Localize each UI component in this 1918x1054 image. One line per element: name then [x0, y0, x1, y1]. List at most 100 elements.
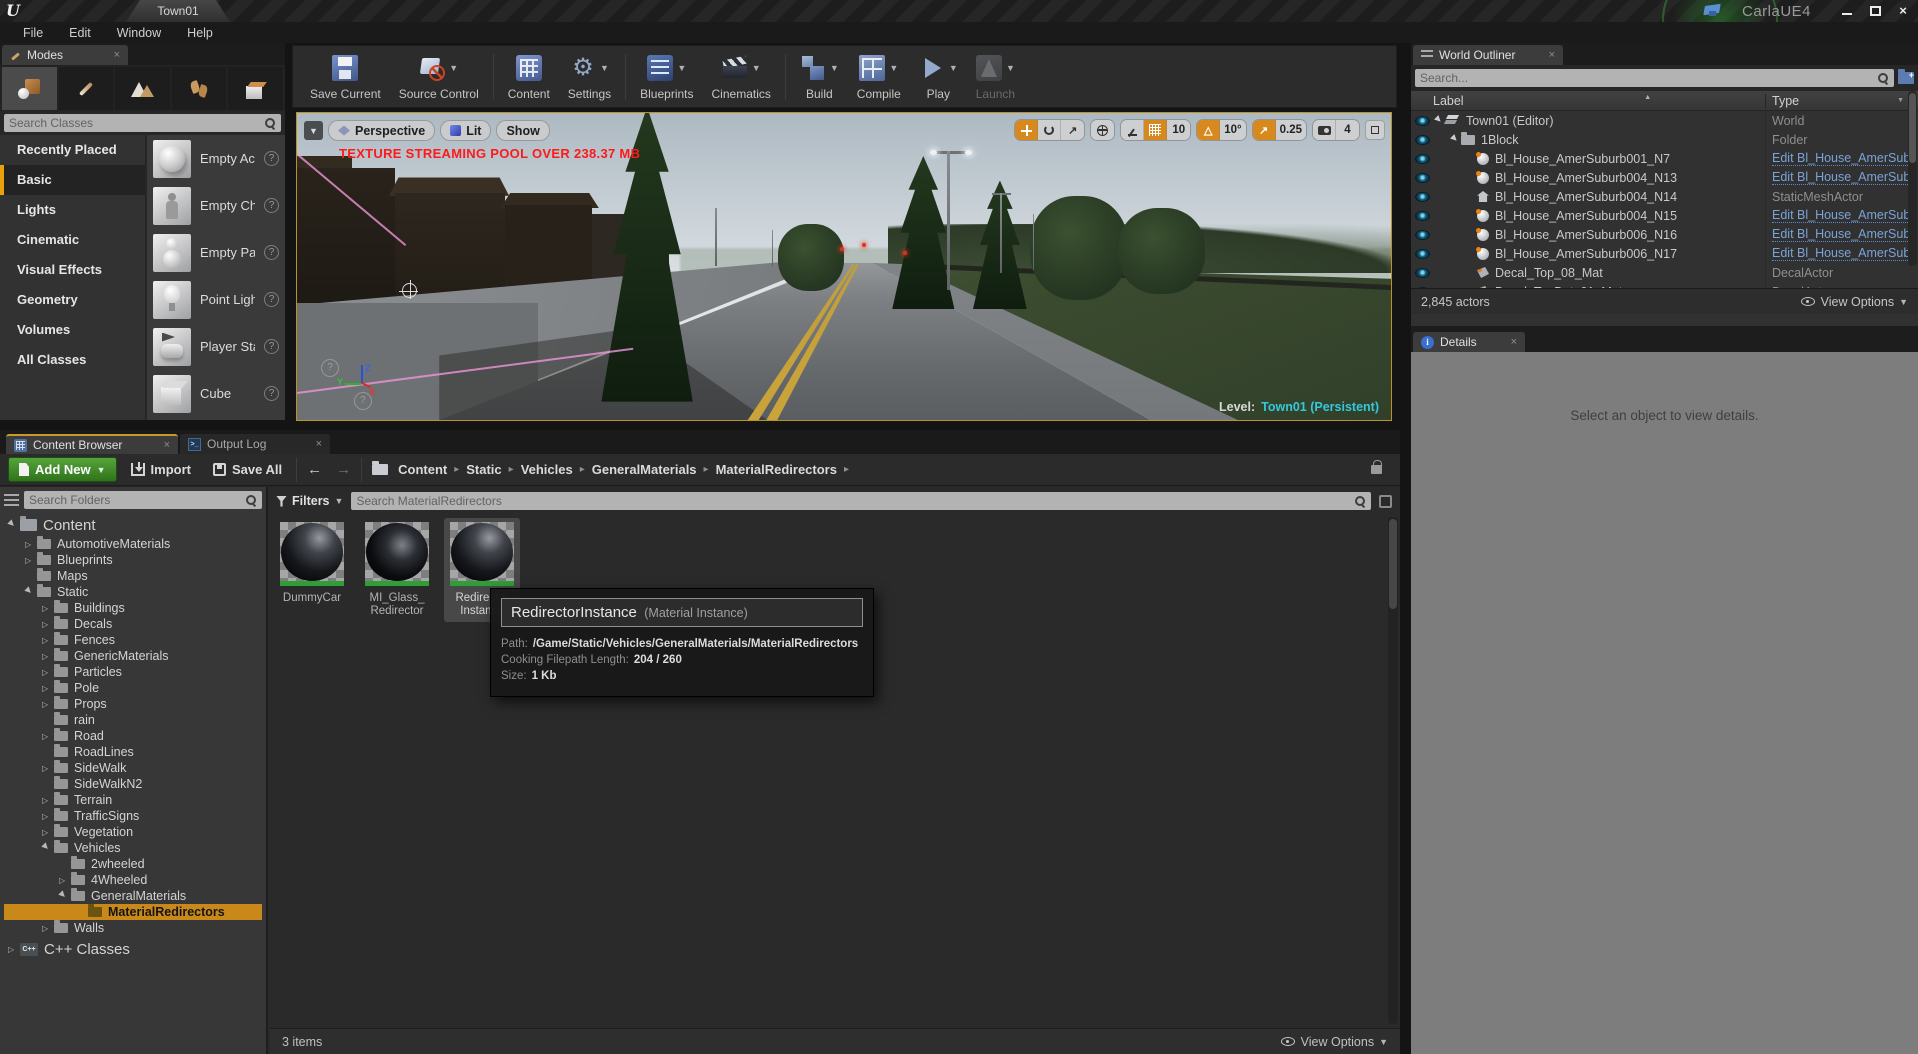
type-filter-icon[interactable]: ▼: [1897, 97, 1904, 104]
placeable-item[interactable]: Empty Pawn?: [147, 229, 285, 276]
search-folders-box[interactable]: [24, 491, 262, 509]
save-search-icon[interactable]: [1379, 495, 1392, 508]
expander-icon[interactable]: ▷: [59, 876, 71, 885]
folder-tree-item-roadlines[interactable]: RoadLines: [4, 744, 262, 760]
folder-tree-item-vegetation[interactable]: ▷Vegetation: [4, 824, 262, 840]
outliner-row[interactable]: Decal_Top_08_MatDecalActor: [1411, 263, 1918, 282]
camera-speed-value[interactable]: 4: [1336, 120, 1359, 140]
folder-tree-item-pole[interactable]: ▷Pole: [4, 680, 262, 696]
edit-blueprint-link[interactable]: Edit Bl_House_AmerSub: [1772, 151, 1910, 166]
search-assets-input[interactable]: [356, 494, 1350, 508]
sources-toggle-icon[interactable]: [4, 494, 19, 507]
visibility-eye-icon[interactable]: [1415, 230, 1430, 240]
add-new-button[interactable]: Add New ▼: [8, 457, 117, 482]
outliner-row[interactable]: ▶Town01 (Editor)World: [1411, 111, 1918, 130]
folder-tree-item-trafficsigns[interactable]: ▷TrafficSigns: [4, 808, 262, 824]
folder-tree-item-buildings[interactable]: ▷Buildings: [4, 600, 262, 616]
close-icon[interactable]: ×: [114, 49, 120, 61]
expander-icon[interactable]: ▷: [42, 812, 54, 821]
outliner-row[interactable]: Bl_House_AmerSuburb004_N13Edit Bl_House_…: [1411, 168, 1918, 187]
mode-tab-foliage[interactable]: [172, 67, 227, 110]
grid-snap-button[interactable]: [1144, 120, 1167, 140]
close-button[interactable]: ×: [1889, 2, 1917, 19]
source-control-button[interactable]: ▼Source Control: [390, 49, 488, 105]
expander-icon[interactable]: ▷: [42, 924, 54, 933]
visibility-eye-icon[interactable]: [1415, 192, 1430, 202]
rotation-snap-button[interactable]: △: [1197, 120, 1220, 140]
asset-scrollbar[interactable]: [1388, 517, 1398, 1024]
folder-tree-item-content[interactable]: ▶Content: [4, 514, 262, 536]
mode-category-recently-placed[interactable]: Recently Placed: [0, 135, 145, 165]
expander-icon[interactable]: ▷: [42, 828, 54, 837]
placeable-item[interactable]: Player Start?: [147, 323, 285, 370]
outliner-row[interactable]: Bl_House_AmerSuburb006_N17Edit Bl_House_…: [1411, 244, 1918, 263]
settings-button[interactable]: ⚙▼Settings: [559, 49, 620, 105]
tab-modes[interactable]: Modes ×: [2, 45, 128, 65]
edit-blueprint-link[interactable]: Edit Bl_House_AmerSub: [1772, 227, 1910, 242]
folder-tree-item-decals[interactable]: ▷Decals: [4, 616, 262, 632]
search-folders-input[interactable]: [29, 493, 241, 507]
tab-world-outliner[interactable]: World Outliner ×: [1413, 45, 1563, 65]
rotation-snap-value[interactable]: 10°: [1220, 120, 1245, 140]
visibility-eye-icon[interactable]: [1415, 249, 1430, 259]
tab-output-log[interactable]: >_ Output Log ×: [180, 434, 330, 454]
search-assets-box[interactable]: [351, 492, 1371, 510]
breadcrumb-materialredirectors[interactable]: MaterialRedirectors: [716, 462, 837, 477]
maximize-viewport-button[interactable]: [1365, 120, 1385, 140]
outliner-row[interactable]: Decal_TopDot_01_MatDecalActor: [1411, 282, 1918, 288]
edit-blueprint-link[interactable]: Edit Bl_House_AmerSub: [1772, 170, 1910, 185]
camera-speed-button[interactable]: [1313, 120, 1336, 140]
level-tab[interactable]: Town01: [126, 0, 230, 22]
outliner-row[interactable]: Bl_House_AmerSuburb004_N14StaticMeshActo…: [1411, 187, 1918, 206]
build-button[interactable]: ▼Build: [791, 49, 848, 105]
import-button[interactable]: Import: [123, 462, 199, 477]
close-icon[interactable]: ×: [1511, 336, 1517, 348]
viewport-options-button[interactable]: ▼: [304, 121, 323, 140]
folder-tree-item-static[interactable]: ▶Static: [4, 584, 262, 600]
placeable-item[interactable]: Cube?: [147, 370, 285, 417]
mode-category-volumes[interactable]: Volumes: [0, 315, 145, 345]
mode-tab-paint[interactable]: [59, 67, 114, 110]
tab-content-browser[interactable]: Content Browser ×: [6, 434, 178, 454]
outliner-row[interactable]: Bl_House_AmerSuburb004_N15Edit Bl_House_…: [1411, 206, 1918, 225]
show-button[interactable]: Show: [496, 120, 549, 141]
close-icon[interactable]: ×: [316, 438, 322, 450]
visibility-eye-icon[interactable]: [1415, 154, 1430, 164]
mode-category-lights[interactable]: Lights: [0, 195, 145, 225]
folder-tree-item-2wheeled[interactable]: 2wheeled: [4, 856, 262, 872]
folder-tree-item-materialredirectors[interactable]: MaterialRedirectors: [4, 904, 262, 920]
edit-blueprint-link[interactable]: Edit Bl_House_AmerSub: [1772, 246, 1910, 261]
folder-tree-item-genericmaterials[interactable]: ▷GenericMaterials: [4, 648, 262, 664]
breadcrumb-generalmaterials[interactable]: GeneralMaterials: [592, 462, 697, 477]
folder-tree-item-props[interactable]: ▷Props: [4, 696, 262, 712]
blueprints-button[interactable]: ▼Blueprints: [631, 49, 702, 105]
expander-icon[interactable]: ▷: [42, 764, 54, 773]
mode-category-all-classes[interactable]: All Classes: [0, 345, 145, 375]
scale-tool-button[interactable]: ↗: [1061, 120, 1084, 140]
new-folder-icon[interactable]: [1898, 72, 1914, 84]
play-button[interactable]: ▼Play: [910, 49, 967, 105]
cinematics-button[interactable]: ▼Cinematics: [703, 49, 780, 105]
visibility-eye-icon[interactable]: [1415, 173, 1430, 183]
folder-tree-item-road[interactable]: ▷Road: [4, 728, 262, 744]
search-classes-box[interactable]: [4, 114, 281, 132]
folder-tree-item-terrain[interactable]: ▷Terrain: [4, 792, 262, 808]
outliner-row[interactable]: Bl_House_AmerSuburb001_N7Edit Bl_House_A…: [1411, 149, 1918, 168]
expander-icon[interactable]: ▷: [42, 652, 54, 661]
asset-tile-mi_glass_redirector[interactable]: MI_Glass_Redirector: [359, 518, 435, 622]
placeable-item[interactable]: Empty Chara?: [147, 182, 285, 229]
folder-tree-item-automotivematerials[interactable]: ▷AutomotiveMaterials: [4, 536, 262, 552]
asset-tile-dummycar[interactable]: DummyCar: [274, 518, 350, 609]
folder-tree-item-walls[interactable]: ▷Walls: [4, 920, 262, 936]
folder-tree-item-vehicles[interactable]: ▶Vehicles: [4, 840, 262, 856]
visibility-eye-icon[interactable]: [1415, 287, 1430, 289]
outliner-view-options-button[interactable]: View Options: [1821, 295, 1894, 309]
outliner-column-header[interactable]: Label ▲ Type▼: [1411, 91, 1918, 111]
content-button[interactable]: Content: [499, 49, 559, 105]
outliner-row[interactable]: ▶1BlockFolder: [1411, 130, 1918, 149]
expander-icon[interactable]: ▷: [42, 620, 54, 629]
expander-icon[interactable]: ▷: [42, 700, 54, 709]
menu-edit[interactable]: Edit: [56, 26, 104, 40]
expander-icon[interactable]: ▷: [42, 604, 54, 613]
breadcrumb-static[interactable]: Static: [466, 462, 501, 477]
